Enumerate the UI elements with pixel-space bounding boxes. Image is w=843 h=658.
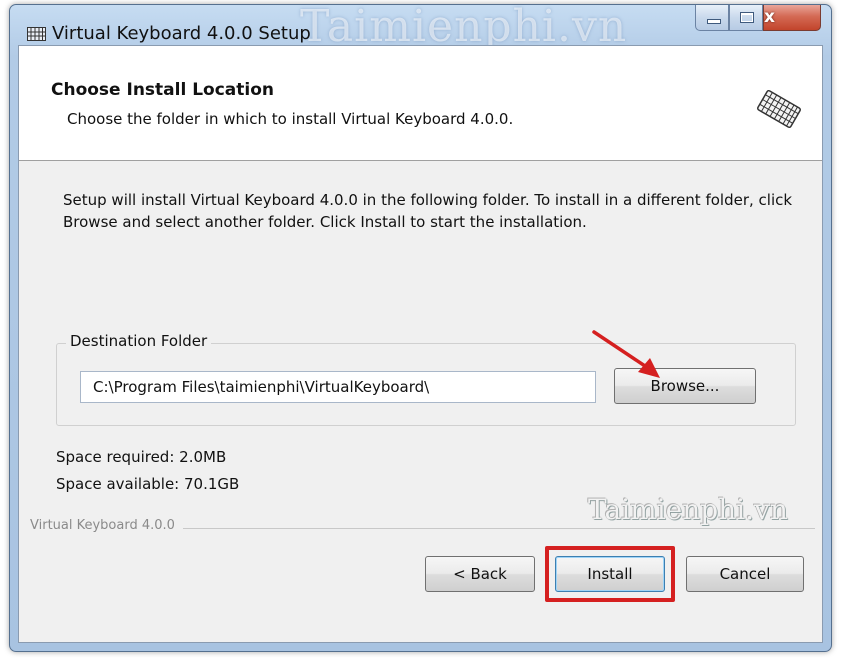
maximize-button[interactable] bbox=[729, 5, 763, 31]
caption-buttons: x bbox=[695, 5, 821, 35]
install-description: Setup will install Virtual Keyboard 4.0.… bbox=[63, 191, 793, 231]
install-highlight-annotation bbox=[545, 546, 675, 602]
page-title: Choose Install Location bbox=[51, 80, 275, 100]
back-button[interactable]: < Back bbox=[425, 556, 535, 592]
space-required: Space required: 2.0MB bbox=[56, 448, 227, 466]
red-arrow-annotation bbox=[592, 330, 660, 378]
setup-window: Virtual Keyboard 4.0.0 Setup Taimienphi.… bbox=[9, 1, 832, 652]
close-button[interactable]: x bbox=[763, 5, 821, 31]
page-header: Choose Install Location Choose the folde… bbox=[19, 46, 822, 161]
space-available: Space available: 70.1GB bbox=[56, 475, 240, 493]
destination-path-input[interactable] bbox=[80, 371, 596, 403]
minimize-icon bbox=[707, 19, 721, 24]
destination-folder-label: Destination Folder bbox=[66, 332, 212, 350]
maximize-icon bbox=[740, 12, 754, 23]
cancel-button[interactable]: Cancel bbox=[686, 556, 804, 592]
close-icon: x bbox=[764, 7, 775, 27]
footer-brand: Virtual Keyboard 4.0.0 bbox=[30, 518, 183, 533]
minimize-button[interactable] bbox=[695, 5, 729, 31]
keyboard-icon bbox=[757, 89, 801, 129]
watermark-bottom: Taimienphi.vn bbox=[588, 493, 788, 526]
page-subtitle: Choose the folder in which to install Vi… bbox=[67, 110, 514, 128]
keyboard-icon bbox=[27, 27, 46, 41]
